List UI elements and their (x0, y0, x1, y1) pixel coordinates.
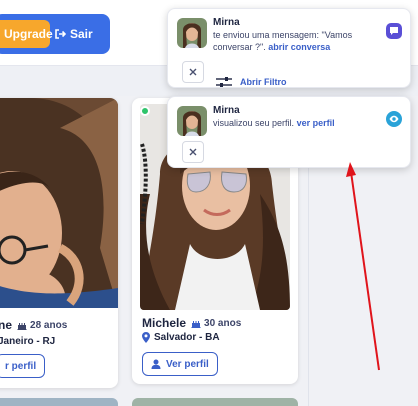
profile-name-line: ne 28 anos (0, 318, 67, 332)
upgrade-button[interactable]: Upgrade (0, 20, 53, 48)
map-pin-icon (142, 332, 150, 343)
view-profile-button[interactable]: Ver perfil (142, 352, 218, 376)
profile-age-text: 28 anos (30, 319, 68, 331)
notification-message: visualizou seu perfil. ver perfil (213, 117, 383, 129)
profile-age-text: 30 anos (204, 317, 242, 329)
notification-toast[interactable]: Mirna te enviou uma mensagem: "Vamos con… (167, 8, 411, 88)
profile-name: Michele (142, 316, 187, 330)
view-profile-link[interactable]: ver perfil (297, 118, 335, 128)
profile-location: Janeiro - RJ (0, 336, 55, 347)
open-filter-link[interactable]: Abrir Filtro (216, 76, 287, 88)
notification-message: te enviou uma mensagem: "Vamos conversar… (213, 29, 383, 53)
open-filter-label: Abrir Filtro (240, 77, 287, 87)
chat-icon (386, 23, 402, 39)
profile-card[interactable]: ne 28 anos Janeiro - RJ r perfil (0, 98, 118, 388)
profile-age: 28 anos (17, 320, 67, 331)
online-status-dot (140, 106, 150, 116)
profile-age: 30 anos (191, 318, 241, 329)
notification-toast[interactable]: Mirna visualizou seu perfil. ver perfil (167, 96, 411, 168)
notification-sender: Mirna (213, 105, 240, 116)
profile-name: ne (0, 318, 13, 332)
close-button[interactable] (182, 141, 204, 163)
account-actions: Upgrade Sair (0, 14, 110, 54)
profile-name-line: Michele 30 anos (142, 316, 241, 330)
next-profile-card (0, 398, 118, 406)
view-profile-label: r perfil (5, 360, 37, 372)
logout-button[interactable]: Sair (54, 20, 100, 48)
close-icon (189, 68, 197, 76)
notification-text: visualizou seu perfil. (213, 118, 295, 128)
view-profile-button[interactable]: r perfil (0, 354, 46, 378)
profile-location-text: Salvador - BA (154, 332, 220, 343)
profile-location: Salvador - BA (142, 332, 220, 343)
avatar (177, 18, 207, 48)
profile-location-text: Janeiro - RJ (0, 336, 56, 347)
close-button[interactable] (182, 61, 204, 83)
logout-icon (55, 29, 66, 39)
user-icon (151, 359, 161, 369)
avatar (177, 106, 207, 136)
close-icon (189, 148, 197, 156)
view-profile-label: Ver perfil (166, 358, 209, 370)
open-conversation-link[interactable]: abrir conversa (268, 42, 330, 52)
profile-photo[interactable] (0, 98, 118, 308)
sliders-icon (216, 77, 232, 87)
cake-icon (17, 323, 27, 330)
eye-icon (386, 111, 402, 127)
logout-label: Sair (70, 27, 93, 41)
next-profile-card (132, 398, 298, 406)
cake-icon (191, 321, 201, 328)
notification-sender: Mirna (213, 17, 240, 28)
